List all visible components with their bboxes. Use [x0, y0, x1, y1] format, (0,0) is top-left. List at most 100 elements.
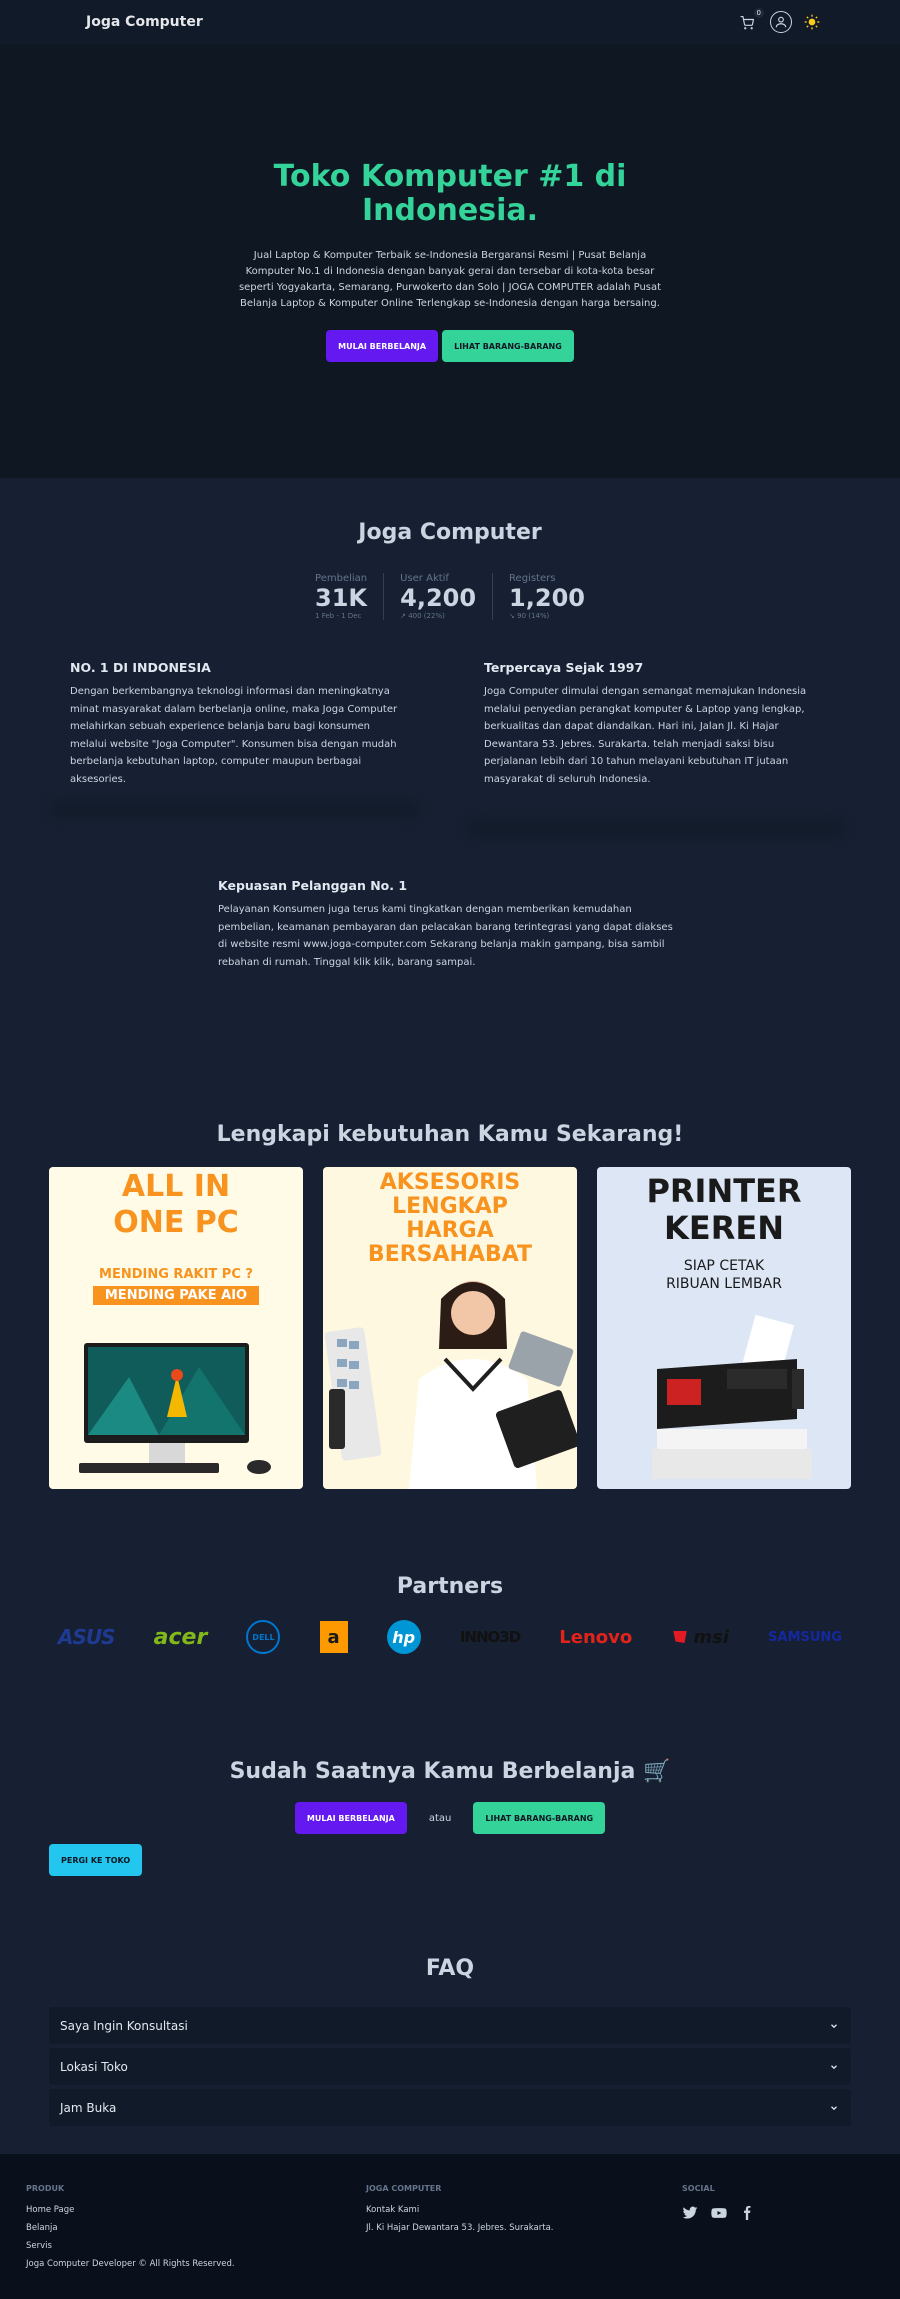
card-subline: SIAP CETAK [683, 1258, 765, 1274]
footer-address: Jl. Ki Hajar Dewantara 53. Jebres. Surak… [366, 2223, 554, 2233]
cta-or-text: atau [428, 1812, 452, 1824]
youtube-icon[interactable] [710, 2205, 728, 2221]
facebook-icon[interactable] [740, 2205, 754, 2221]
faq-question: Jam Buka [60, 2100, 117, 2115]
products-section: Lengkapi kebutuhan Kamu Sekarang! ALL IN… [0, 1122, 900, 1489]
card-headline: ONE PC [113, 1205, 239, 1240]
footer-heading: PRODUK [26, 2184, 65, 2193]
footer-link-contact[interactable]: Kontak Kami [366, 2205, 682, 2215]
cta-buttons: MULAI BERBELANJA atau LIHAT BARANG-BARAN… [0, 1802, 900, 1834]
stats-section: Joga Computer Pembelian 31K 1 Feb - 1 De… [0, 478, 900, 620]
product-card-printer[interactable]: PRINTER KEREN SIAP CETAK RIBUAN LEMBAR [597, 1167, 851, 1489]
navbar: Joga Computer 0 [0, 0, 900, 44]
partner-logo-acer: acer [153, 1624, 208, 1650]
stat-title: User Aktif [400, 573, 449, 584]
navbar-actions: 0 [740, 8, 820, 33]
stat-value: 1,200 [509, 584, 585, 612]
twitter-icon[interactable] [682, 2205, 698, 2221]
partners-logos: ASUS acer DELL a hp INNO3D Lenovo msi SA… [0, 1617, 900, 1657]
cta-view-products-button[interactable]: LIHAT BARANG-BARANG [473, 1802, 606, 1834]
stat-registers: Registers 1,200 ↘︎ 90 (14%) [492, 573, 601, 620]
social-links [682, 2205, 754, 2221]
cart-count-badge: 0 [753, 8, 764, 18]
stat-value: 4,200 [400, 584, 477, 612]
feature-card: Terpercaya Sejak 1997 Joga Computer dimu… [484, 660, 829, 789]
cta-start-shopping-button[interactable]: MULAI BERBELANJA [294, 1802, 407, 1834]
card-headline: HARGA [406, 1218, 494, 1243]
product-card-accessories[interactable]: AKSESORIS LENGKAP HARGA BERSAHABAT [323, 1167, 577, 1489]
chevron-down-icon [831, 2105, 837, 2110]
card-headline: BERSAHABAT [367, 1242, 533, 1267]
chevron-down-icon [831, 2064, 837, 2069]
partners-title: Partners [396, 1574, 504, 1599]
feature-title: Terpercaya Sejak 1997 [484, 660, 644, 675]
cta-section: Sudah Saatnya Kamu Berbelanja 🛒 MULAI BE… [0, 1759, 900, 1876]
hero-section: Toko Komputer #1 di Indonesia. Jual Lapt… [0, 44, 900, 478]
footer: PRODUK Home Page Belanja Servis Joga Com… [0, 2154, 900, 2299]
card-headline: KEREN [664, 1209, 784, 1247]
footer-link-home[interactable]: Home Page [26, 2205, 366, 2215]
partner-logo-msi: msi [693, 1626, 730, 1648]
msi-dragon-icon [673, 1631, 688, 1643]
feature-text: Joga Computer dimulai dengan semangat me… [484, 686, 807, 785]
footer-link-service[interactable]: Servis [26, 2241, 366, 2251]
faq-question: Lokasi Toko [60, 2059, 128, 2074]
feature-title: Kepuasan Pelanggan No. 1 [218, 878, 408, 893]
printer-image [652, 1314, 812, 1479]
partner-logo-dell: DELL [246, 1620, 281, 1654]
aio-computer-image [79, 1343, 271, 1474]
stat-desc: ↗︎ 400 (22%) [400, 612, 445, 620]
footer-link-shop[interactable]: Belanja [26, 2223, 366, 2233]
faq-list: Saya Ingin Konsultasi Lokasi Toko Jam Bu… [0, 2007, 900, 2126]
brand-logo[interactable]: Joga Computer [86, 14, 203, 30]
store-button-wrap: PERGI KE TOKO [0, 1844, 900, 1876]
footer-col-social: SOCIAL [682, 2184, 754, 2299]
partner-logo-amazon: a [319, 1621, 348, 1653]
cart-icon [740, 16, 755, 30]
user-icon [775, 16, 787, 28]
faq-section: FAQ Saya Ingin Konsultasi Lokasi Toko Ja… [0, 1956, 900, 2154]
card-shadow [50, 800, 420, 818]
product-cards: ALL IN ONE PC MENDING RAKIT PC ? MENDING… [0, 1167, 900, 1489]
partner-logo-lenovo: Lenovo [559, 1626, 633, 1648]
stat-title: Registers [509, 573, 556, 584]
partner-logo-msi-group: msi [671, 1627, 729, 1648]
feature-card: NO. 1 DI INDONESIA Dengan berkembangnya … [70, 660, 400, 789]
feature-text: Pelayanan Konsumen juga terus kami tingk… [218, 904, 673, 968]
chevron-down-icon [831, 2023, 837, 2028]
footer-heading: JOGA COMPUTER [366, 2184, 442, 2193]
card-headline: AKSESORIS [379, 1170, 521, 1195]
footer-copyright: Joga Computer Developer © All Rights Res… [26, 2259, 235, 2269]
sun-icon[interactable] [804, 14, 820, 30]
hero-title: Toko Komputer #1 di Indonesia. [273, 159, 627, 228]
card-subline: MENDING RAKIT PC ? [99, 1267, 253, 1282]
go-to-store-button[interactable]: PERGI KE TOKO [49, 1844, 143, 1876]
partners-section: Partners ASUS acer DELL a hp INNO3D Leno… [0, 1574, 900, 1657]
product-card-aio[interactable]: ALL IN ONE PC MENDING RAKIT PC ? MENDING… [49, 1167, 303, 1489]
cta-title: Sudah Saatnya Kamu Berbelanja 🛒 [229, 1759, 671, 1784]
stat-desc: 1 Feb - 1 Dec [315, 612, 362, 620]
footer-col-products: PRODUK Home Page Belanja Servis Joga Com… [26, 2184, 366, 2299]
stat-title: Pembelian [315, 573, 368, 584]
stat-value: 31K [315, 584, 368, 612]
partner-logo-inno3d: INNO3D [459, 1628, 521, 1646]
stat-desc: ↘︎ 90 (14%) [509, 612, 550, 620]
user-avatar-button[interactable] [770, 11, 792, 33]
faq-item[interactable]: Jam Buka [49, 2089, 851, 2126]
faq-item[interactable]: Lokasi Toko [49, 2048, 851, 2085]
footer-col-company: JOGA COMPUTER Kontak Kami Jl. Ki Hajar D… [366, 2184, 682, 2299]
view-products-button[interactable]: LIHAT BARANG-BARANG [442, 330, 574, 362]
feature-text: Dengan berkembangnya teknologi informasi… [70, 686, 398, 785]
card-shadow [466, 820, 846, 838]
faq-question: Saya Ingin Konsultasi [60, 2018, 188, 2033]
faq-title: FAQ [425, 1956, 475, 1981]
products-title: Lengkapi kebutuhan Kamu Sekarang! [216, 1122, 684, 1147]
start-shopping-button[interactable]: MULAI BERBELANJA [326, 330, 439, 362]
hero-buttons: MULAI BERBELANJA LIHAT BARANG-BARANG [326, 330, 574, 362]
partner-logo-hp: hp [386, 1620, 421, 1654]
partner-logo-asus: ASUS [58, 1625, 116, 1649]
feature-title: NO. 1 DI INDONESIA [70, 660, 211, 675]
faq-item[interactable]: Saya Ingin Konsultasi [49, 2007, 851, 2044]
cart-button[interactable]: 0 [740, 8, 764, 31]
accessories-model-image [324, 1281, 577, 1489]
